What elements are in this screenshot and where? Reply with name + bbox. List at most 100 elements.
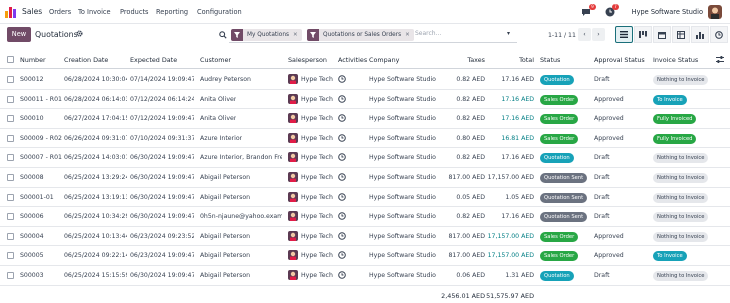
cell-salesperson: Hype Tech (301, 232, 333, 240)
table-row[interactable]: S00008 06/25/2024 13:29:24 06/30/2024 19:0… (0, 168, 730, 188)
activity-clock-icon[interactable] (338, 173, 346, 181)
column-header-taxes[interactable]: Taxes (467, 56, 485, 64)
activity-clock-icon[interactable] (338, 212, 346, 220)
activity-clock-icon[interactable] (338, 114, 346, 122)
app-name[interactable]: Sales (22, 7, 42, 16)
search-dropdown-toggle[interactable]: ▾ (507, 30, 510, 37)
activity-clock-icon[interactable] (338, 94, 346, 103)
row-checkbox[interactable] (7, 232, 14, 240)
cell-company: Hype Software Studio (369, 154, 436, 162)
menu-orders[interactable]: Orders (49, 8, 71, 16)
column-header-creation-date[interactable]: Creation Date (64, 56, 108, 64)
cell-company: Hype Software Studio (369, 174, 436, 181)
cell-expected-date: 06/30/2024 19:09:47 (130, 154, 194, 162)
search-input[interactable]: Search... (415, 30, 441, 37)
activity-clock-icon[interactable] (338, 271, 346, 279)
status-badge: Quotation (540, 153, 574, 164)
activity-clock-icon[interactable] (338, 153, 346, 162)
activity-clock-icon[interactable] (338, 251, 346, 260)
facet-quotations-or-sales-orders[interactable]: Quotations or Sales Orders ✕ (307, 29, 414, 41)
column-header-approval-status[interactable]: Approval Status (594, 56, 645, 64)
cell-number: S00011 - R01 (20, 95, 62, 103)
pager-value[interactable]: 1-11 / 11 (548, 32, 576, 39)
column-header-status[interactable]: Status (540, 56, 560, 64)
table-row[interactable]: S00012 06/28/2024 10:30:04 07/14/2024 19:0… (0, 70, 730, 90)
row-checkbox[interactable] (7, 213, 14, 221)
filter-icon (234, 32, 240, 38)
salesperson-avatar (288, 172, 298, 182)
column-header-customer[interactable]: Customer (200, 56, 231, 64)
cell-salesperson: Hype Tech (301, 76, 333, 83)
select-all-checkbox[interactable] (7, 56, 14, 63)
row-checkbox[interactable] (7, 272, 14, 279)
table-row[interactable]: S00003 06/25/2024 15:15:59 06/30/2024 19:0… (0, 266, 730, 286)
optional-columns-icon[interactable] (716, 56, 724, 63)
table-row[interactable]: S00005 06/25/2024 09:22:14 06/23/2024 19:0… (0, 246, 730, 266)
column-header-total[interactable]: Total (519, 56, 534, 64)
cell-number: S00003 (20, 272, 44, 279)
row-checkbox[interactable] (7, 154, 14, 162)
kanban-view-button[interactable] (634, 26, 652, 43)
invoice-status-badge: Nothing to Invoice (653, 231, 709, 242)
invoice-status-badge: To Invoice (653, 94, 687, 105)
company-switcher[interactable]: Hype Software Studio (632, 8, 703, 16)
user-avatar[interactable] (708, 5, 722, 19)
search-bar[interactable]: My Quotations ✕ Quotations or Sales Order… (219, 27, 517, 43)
sales-app-icon[interactable] (5, 5, 17, 18)
search-icon[interactable] (219, 31, 227, 39)
column-header-number[interactable]: Number (20, 56, 46, 64)
column-header-activities[interactable]: Activities (338, 56, 367, 64)
table-row[interactable]: S00001-01 06/25/2024 13:19:13 06/30/2024 1… (0, 188, 730, 208)
column-header-salesperson[interactable]: Salesperson (288, 56, 327, 64)
table-row[interactable]: S00007 - R01 06/25/2024 14:03:01 06/30/202… (0, 148, 730, 168)
new-button[interactable]: New (7, 27, 31, 42)
cell-creation-date: 06/25/2024 09:22:14 (64, 252, 127, 260)
row-checkbox[interactable] (7, 193, 14, 201)
column-header-expected-date[interactable]: Expected Date (130, 56, 177, 64)
table-row[interactable]: S00009 - R02 06/26/2024 09:31:07 07/10/202… (0, 129, 730, 149)
menu-configuration[interactable]: Configuration (197, 8, 242, 16)
activity-clock-icon[interactable] (338, 133, 346, 142)
menu-products[interactable]: Products (120, 8, 148, 16)
cell-salesperson: Hype Tech (301, 272, 333, 279)
pivot-view-button[interactable] (672, 26, 690, 43)
column-header-company[interactable]: Company (369, 56, 399, 64)
remove-facet-icon[interactable]: ✕ (293, 29, 298, 41)
top-navbar: Sales Orders To Invoice Products Reporti… (0, 0, 730, 24)
invoice-status-badge: Nothing to Invoice (653, 173, 709, 183)
column-header-invoice-status[interactable]: Invoice Status (653, 56, 698, 64)
table-row[interactable]: S00006 06/25/2024 10:34:29 06/30/2024 19:0… (0, 207, 730, 227)
row-checkbox[interactable] (7, 252, 14, 260)
menu-to-invoice[interactable]: To Invoice (78, 8, 111, 16)
table-row[interactable]: S00011 - R01 06/28/2024 06:14:03 07/12/202… (0, 90, 730, 110)
table-row[interactable]: S00010 06/27/2024 17:04:15 07/12/2024 19:0… (0, 109, 730, 129)
calendar-view-button[interactable] (653, 26, 671, 43)
row-checkbox[interactable] (7, 115, 14, 123)
row-checkbox[interactable] (7, 95, 14, 103)
table-row[interactable]: S00004 06/25/2024 10:13:44 06/23/2024 09:2… (0, 227, 730, 247)
kanban-view-icon (639, 31, 647, 38)
activity-view-button[interactable] (710, 26, 728, 43)
menu-reporting[interactable]: Reporting (156, 8, 188, 16)
cell-expected-date: 06/30/2024 19:09:47 (130, 174, 194, 181)
cell-salesperson: Hype Tech (301, 174, 333, 181)
row-checkbox[interactable] (7, 134, 14, 142)
cell-total: 17,157.00 AED (487, 232, 534, 240)
pager-next-button[interactable]: › (592, 28, 605, 41)
activity-clock-icon[interactable] (338, 75, 346, 83)
invoice-status-badge: Nothing to Invoice (653, 271, 709, 281)
row-checkbox[interactable] (7, 174, 14, 181)
cell-total: 17.16 AED (501, 95, 534, 103)
row-checkbox[interactable] (7, 76, 14, 83)
list-view-button[interactable] (615, 26, 633, 43)
remove-facet-icon[interactable]: ✕ (405, 29, 410, 41)
gear-icon[interactable] (76, 30, 83, 37)
facet-my-quotations[interactable]: My Quotations ✕ (231, 29, 302, 41)
activity-clock-icon[interactable] (338, 231, 346, 240)
status-badge: Quotation Sent (540, 212, 588, 223)
graph-view-button[interactable] (691, 26, 709, 43)
cell-company: Hype Software Studio (369, 115, 436, 123)
cell-approval-status: Draft (594, 154, 610, 162)
pager-previous-button[interactable]: ‹ (578, 28, 591, 41)
activity-clock-icon[interactable] (338, 192, 346, 201)
